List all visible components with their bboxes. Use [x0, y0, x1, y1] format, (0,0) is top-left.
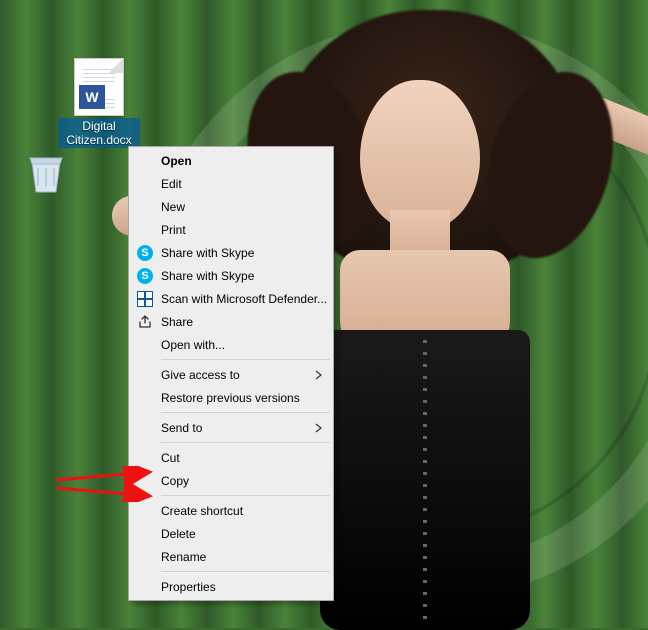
menu-separator — [161, 359, 330, 360]
menu-give-access-to[interactable]: Give access to — [131, 363, 331, 386]
chevron-right-icon — [315, 423, 323, 433]
menu-print[interactable]: Print — [131, 218, 331, 241]
menu-label: Share — [161, 315, 193, 329]
menu-label: Open — [161, 154, 192, 168]
menu-scan-defender[interactable]: Scan with Microsoft Defender... — [131, 287, 331, 310]
menu-properties[interactable]: Properties — [131, 575, 331, 598]
desktop-file-label: Digital Citizen.docx — [58, 118, 140, 148]
menu-share-skype-2[interactable]: S Share with Skype — [131, 264, 331, 287]
menu-label: Restore previous versions — [161, 391, 300, 405]
menu-label: Give access to — [161, 368, 240, 382]
skype-icon: S — [136, 267, 154, 285]
skype-icon: S — [136, 244, 154, 262]
menu-cut[interactable]: Cut — [131, 446, 331, 469]
menu-label: Open with... — [161, 338, 225, 352]
menu-label: Properties — [161, 580, 216, 594]
trash-icon — [22, 148, 70, 196]
menu-create-shortcut[interactable]: Create shortcut — [131, 499, 331, 522]
menu-separator — [161, 571, 330, 572]
menu-open[interactable]: Open — [131, 149, 331, 172]
menu-label: Send to — [161, 421, 202, 435]
chevron-right-icon — [315, 370, 323, 380]
menu-separator — [161, 495, 330, 496]
menu-label: Share with Skype — [161, 246, 254, 260]
share-icon — [136, 313, 154, 331]
menu-label: Copy — [161, 474, 189, 488]
menu-open-with[interactable]: Open with... — [131, 333, 331, 356]
menu-separator — [161, 442, 330, 443]
menu-label: Create shortcut — [161, 504, 243, 518]
menu-separator — [161, 412, 330, 413]
menu-new[interactable]: New — [131, 195, 331, 218]
menu-label: Print — [161, 223, 186, 237]
menu-label: Cut — [161, 451, 180, 465]
menu-share[interactable]: Share — [131, 310, 331, 333]
menu-edit[interactable]: Edit — [131, 172, 331, 195]
menu-label: Scan with Microsoft Defender... — [161, 292, 327, 306]
context-menu: Open Edit New Print S Share with Skype S… — [128, 146, 334, 601]
menu-label: New — [161, 200, 185, 214]
recycle-bin-icon[interactable] — [8, 148, 84, 198]
menu-copy[interactable]: Copy — [131, 469, 331, 492]
menu-label: Rename — [161, 550, 206, 564]
menu-restore-previous-versions[interactable]: Restore previous versions — [131, 386, 331, 409]
menu-delete[interactable]: Delete — [131, 522, 331, 545]
menu-label: Delete — [161, 527, 196, 541]
desktop-file-word[interactable]: W Digital Citizen.docx — [58, 58, 140, 148]
menu-label: Edit — [161, 177, 182, 191]
word-badge: W — [79, 85, 105, 109]
menu-share-skype-1[interactable]: S Share with Skype — [131, 241, 331, 264]
menu-label: Share with Skype — [161, 269, 254, 283]
menu-rename[interactable]: Rename — [131, 545, 331, 568]
defender-shield-icon — [136, 290, 154, 308]
word-document-icon: W — [74, 58, 124, 116]
menu-send-to[interactable]: Send to — [131, 416, 331, 439]
